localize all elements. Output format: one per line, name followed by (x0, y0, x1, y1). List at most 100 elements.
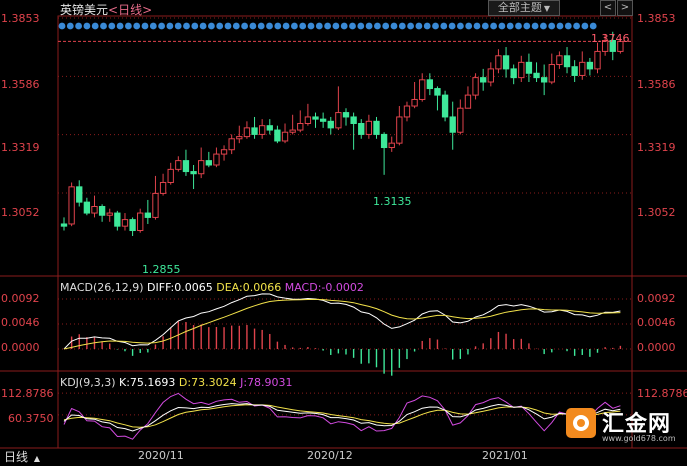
right-price-tick: 1.3052 (637, 206, 676, 219)
candle-body (258, 125, 266, 135)
calendar-dot (75, 22, 82, 30)
candle-body (540, 77, 548, 83)
macd-tick: 0.0046 (1, 316, 40, 329)
calendar-dot (398, 22, 406, 30)
candle-body (182, 160, 190, 173)
calendar-dot (224, 22, 232, 30)
candle-body (342, 112, 350, 118)
candle-body (525, 61, 533, 74)
chart-canvas (0, 15, 687, 449)
period-label[interactable]: <日线> (108, 3, 152, 17)
kdj-tick: 60.3750 (8, 412, 54, 425)
candle-body (266, 125, 273, 131)
calendar-dot (208, 22, 215, 30)
macd-diff: DIFF:0.0065 (147, 281, 213, 294)
candle-body (495, 55, 502, 70)
theme-dropdown[interactable]: 全部主题 ▼ (488, 0, 560, 16)
candle-body (198, 160, 205, 175)
candle-body (83, 201, 91, 214)
candle-body (76, 186, 83, 203)
kdj-tick: 112.8786 (637, 387, 687, 400)
calendar-dot (564, 22, 572, 30)
calendar-dot (315, 22, 323, 30)
right-price-tick: 1.3586 (637, 78, 676, 91)
candle-body (205, 160, 212, 166)
chart-window: 英镑美元<日线> 全部主题 ▼ < > 1.3853 1.3586 1.3319 … (0, 0, 687, 466)
calendar-dot (382, 22, 390, 30)
candle-body (327, 120, 334, 129)
candle-body (243, 127, 251, 138)
calendar-dot (332, 22, 340, 30)
calendar-dot (423, 22, 431, 30)
calendar-dot (515, 22, 522, 30)
macd-dea: DEA:0.0066 (216, 281, 282, 294)
calendar-dot (490, 22, 497, 30)
calendar-dot (241, 22, 249, 30)
candle-body (403, 105, 411, 118)
kdj-d: D:73.3024 (178, 376, 237, 389)
calendar-dot (432, 22, 439, 30)
calendar-dot (58, 22, 66, 30)
prev-button[interactable]: < (600, 0, 616, 16)
candle-body (121, 219, 129, 227)
candle-body (167, 168, 174, 183)
x-tick: 2021/01 (482, 449, 528, 462)
calendar-dot (266, 22, 273, 30)
calendar-dot (274, 22, 282, 30)
calendar-dot (257, 22, 265, 30)
calendar-dot (324, 22, 331, 30)
period-tab-label: 日线 (4, 450, 29, 464)
calendar-dot (141, 22, 149, 30)
candle-body (434, 88, 441, 96)
calendar-dot (166, 22, 174, 30)
calendar-dot (390, 22, 398, 30)
calendar-dot (199, 22, 207, 30)
candle-body (144, 212, 152, 218)
x-tick: 2020/11 (138, 449, 184, 462)
candle-body (594, 50, 601, 70)
calendar-dot (149, 22, 157, 30)
macd-diff-line (63, 293, 621, 350)
candle-body (472, 77, 479, 96)
calendar-dot (232, 22, 240, 30)
calendar-dot (481, 22, 489, 30)
macd-tick: 0.0046 (637, 316, 676, 329)
candle-body (159, 181, 167, 194)
calendar-dot (573, 22, 580, 30)
calendar-dot (523, 22, 531, 30)
candle-body (563, 55, 571, 68)
calendar-dot (133, 22, 141, 30)
calendar-dot (83, 22, 91, 30)
candle-body (586, 61, 594, 70)
candle-body (228, 138, 235, 151)
candle-body (579, 61, 586, 76)
logo: 汇金网 www.gold678.com (566, 408, 684, 448)
logo-icon (566, 408, 596, 438)
calendar-dot (415, 22, 423, 30)
theme-label: 全部主题 (497, 1, 542, 14)
candle-body (106, 212, 113, 216)
period-tab[interactable]: 日线 ▲ (0, 449, 52, 465)
next-button[interactable]: > (617, 0, 633, 16)
right-price-tick: 1.3319 (637, 141, 676, 154)
candle-body (502, 55, 510, 70)
triangle-up-icon: ▲ (33, 454, 40, 463)
calendar-dot (357, 22, 365, 30)
candle-body (213, 153, 220, 166)
left-price-tick: 1.3853 (1, 12, 40, 25)
candle-body (281, 131, 289, 142)
calendar-dot (124, 22, 132, 30)
candle-body (68, 186, 75, 225)
x-tick: 2020/12 (307, 449, 353, 462)
calendar-dot (340, 22, 348, 30)
left-price-tick: 1.3052 (1, 206, 40, 219)
candle-body (464, 94, 472, 109)
candle-body (335, 112, 342, 129)
calendar-dot (191, 22, 199, 30)
calendar-dot (540, 22, 547, 30)
candle-body (426, 79, 434, 90)
macd-tick: 0.0000 (637, 341, 676, 354)
candle-body (137, 212, 144, 232)
candle-body (312, 116, 319, 120)
candle-body (510, 68, 517, 79)
